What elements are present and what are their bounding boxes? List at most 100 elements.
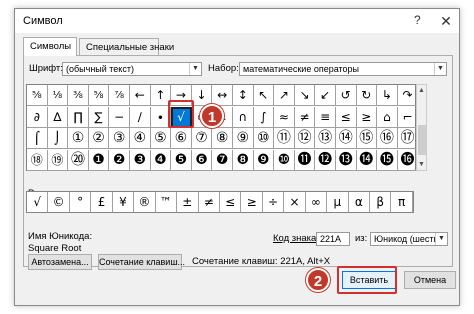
recent-symbol[interactable]: £ <box>91 192 113 212</box>
recent-symbol[interactable]: ≥ <box>241 192 263 212</box>
recent-symbol[interactable]: ≠ <box>199 192 220 212</box>
symbol-cell[interactable]: ⑯ <box>377 128 398 149</box>
symbol-cell[interactable]: ⌠ <box>27 128 48 149</box>
recent-symbol[interactable]: ® <box>134 192 156 212</box>
scroll-up-icon[interactable]: ▲ <box>418 87 425 94</box>
symbol-cell[interactable]: ≤ <box>335 106 357 128</box>
symbol-cell[interactable]: ⑥ <box>171 128 192 149</box>
symbol-cell[interactable]: ⓬ <box>315 149 336 171</box>
close-button[interactable]: ✕ <box>435 11 457 31</box>
grid-scrollbar[interactable]: ▲ ▼ <box>416 84 427 171</box>
symbol-cell[interactable]: ⑫ <box>294 128 316 149</box>
symbol-cell[interactable]: ∫ <box>253 106 275 128</box>
symbol-cell[interactable]: ❺ <box>171 149 192 171</box>
symbol-cell[interactable]: ∕ <box>129 106 151 128</box>
symbol-cell[interactable]: ⑳ <box>68 149 89 171</box>
symbol-cell[interactable]: ∩ <box>232 106 254 128</box>
symbol-cell[interactable]: ③ <box>109 128 130 149</box>
symbol-cell[interactable]: ↔ <box>212 85 233 106</box>
symbol-cell[interactable]: ⌡ <box>47 128 69 149</box>
symbol-cell[interactable]: ≠ <box>294 106 316 128</box>
symbol-cell[interactable]: ① <box>68 128 89 149</box>
recent-symbol[interactable]: α <box>349 192 370 212</box>
font-select[interactable]: (обычный текст) ▼ <box>62 62 202 76</box>
subset-select[interactable]: математические операторы ▼ <box>239 62 447 76</box>
recent-symbol[interactable]: ™ <box>156 192 178 212</box>
chevron-down-icon: ▼ <box>434 63 446 75</box>
symbol-cell[interactable]: ② <box>88 128 110 149</box>
symbol-cell[interactable]: ④ <box>129 128 151 149</box>
recent-symbol[interactable]: π <box>391 192 413 212</box>
symbol-cell[interactable]: ⅝ <box>88 85 110 106</box>
symbol-cell[interactable]: ∂ <box>27 106 48 128</box>
symbol-cell[interactable]: ❿ <box>274 149 295 171</box>
symbol-cell[interactable]: ⅝ <box>27 85 48 106</box>
symbol-cell[interactable]: ⑮ <box>356 128 378 149</box>
symbol-cell[interactable]: ❷ <box>109 149 130 171</box>
symbol-cell[interactable]: ↗ <box>274 85 295 106</box>
symbol-cell[interactable]: ⑨ <box>232 128 254 149</box>
symbol-cell[interactable]: ❻ <box>191 149 213 171</box>
symbol-cell[interactable]: ❹ <box>150 149 172 171</box>
symbol-cell[interactable]: ↖ <box>253 85 275 106</box>
recent-symbol[interactable]: © <box>48 192 70 212</box>
recent-symbol[interactable]: ∞ <box>306 192 328 212</box>
from-select[interactable]: Юникод (шестн.) ▼ <box>370 232 448 246</box>
recent-symbol[interactable]: ¥ <box>113 192 135 212</box>
symbol-cell[interactable]: ↘ <box>294 85 316 106</box>
symbol-cell[interactable]: ⓫ <box>294 149 316 171</box>
symbol-cell[interactable]: ↺ <box>335 85 357 106</box>
recent-symbol[interactable]: ≤ <box>220 192 242 212</box>
symbol-cell[interactable]: ↻ <box>356 85 378 106</box>
symbol-cell[interactable]: ∏ <box>68 106 89 128</box>
tab-special-characters[interactable]: Специальные знаки <box>79 38 174 56</box>
recent-symbol[interactable]: ÷ <box>263 192 285 212</box>
autocorrect-button[interactable]: Автозамена... <box>28 254 92 270</box>
symbol-cell[interactable]: ⑭ <box>335 128 357 149</box>
symbol-cell[interactable]: ❶ <box>88 149 110 171</box>
recent-symbol[interactable]: ° <box>70 192 92 212</box>
symbol-cell[interactable]: ⓭ <box>335 149 357 171</box>
symbol-cell[interactable]: ⓯ <box>377 149 398 171</box>
symbol-cell[interactable]: ≈ <box>274 106 295 128</box>
symbol-cell[interactable]: ↳ <box>377 85 398 106</box>
symbol-cell[interactable]: ∆ <box>47 106 69 128</box>
symbol-cell[interactable]: ↓ <box>191 85 213 106</box>
shortcut-key-button[interactable]: Сочетание клавиш... <box>98 254 185 270</box>
tab-symbols[interactable]: Символы <box>23 37 77 56</box>
recent-symbol[interactable]: × <box>284 192 306 212</box>
symbol-cell[interactable]: ⑦ <box>191 128 213 149</box>
symbol-cell[interactable]: ↙ <box>315 85 336 106</box>
symbol-cell[interactable]: ⅞ <box>109 85 130 106</box>
symbol-cell[interactable]: ⌂ <box>377 106 398 128</box>
scroll-down-icon[interactable]: ▼ <box>418 161 425 168</box>
symbol-cell[interactable]: ⑲ <box>47 149 69 171</box>
recent-symbol[interactable]: µ <box>327 192 349 212</box>
symbol-cell[interactable]: ⓮ <box>356 149 378 171</box>
symbol-cell[interactable]: − <box>109 106 130 128</box>
symbol-cell[interactable]: ⑱ <box>27 149 48 171</box>
symbol-cell[interactable]: ❾ <box>253 149 275 171</box>
symbol-cell[interactable]: ⑩ <box>253 128 275 149</box>
symbol-cell[interactable]: ❸ <box>129 149 151 171</box>
recent-symbol[interactable]: √ <box>27 192 49 212</box>
symbol-cell[interactable]: ❽ <box>232 149 254 171</box>
symbol-cell[interactable]: ≡ <box>315 106 336 128</box>
symbol-cell[interactable]: ❼ <box>212 149 233 171</box>
symbol-cell[interactable]: ⑬ <box>315 128 336 149</box>
code-input[interactable]: 221A <box>316 232 350 246</box>
cancel-button[interactable]: Отмена <box>404 271 456 289</box>
recent-symbol[interactable]: β <box>370 192 392 212</box>
recent-symbol[interactable]: ± <box>177 192 199 212</box>
symbol-cell[interactable]: ↕ <box>232 85 254 106</box>
symbol-cell[interactable]: ≥ <box>356 106 378 128</box>
symbol-cell[interactable]: ⅜ <box>68 85 89 106</box>
symbol-cell[interactable]: ⅛ <box>47 85 69 106</box>
scroll-thumb[interactable] <box>418 125 426 155</box>
help-button[interactable]: ? <box>414 13 421 27</box>
symbol-cell[interactable]: ← <box>129 85 151 106</box>
symbol-cell[interactable]: ⑪ <box>274 128 295 149</box>
symbol-cell[interactable]: ⑧ <box>212 128 233 149</box>
symbol-cell[interactable]: ∑ <box>88 106 110 128</box>
symbol-cell[interactable]: ⑤ <box>150 128 172 149</box>
